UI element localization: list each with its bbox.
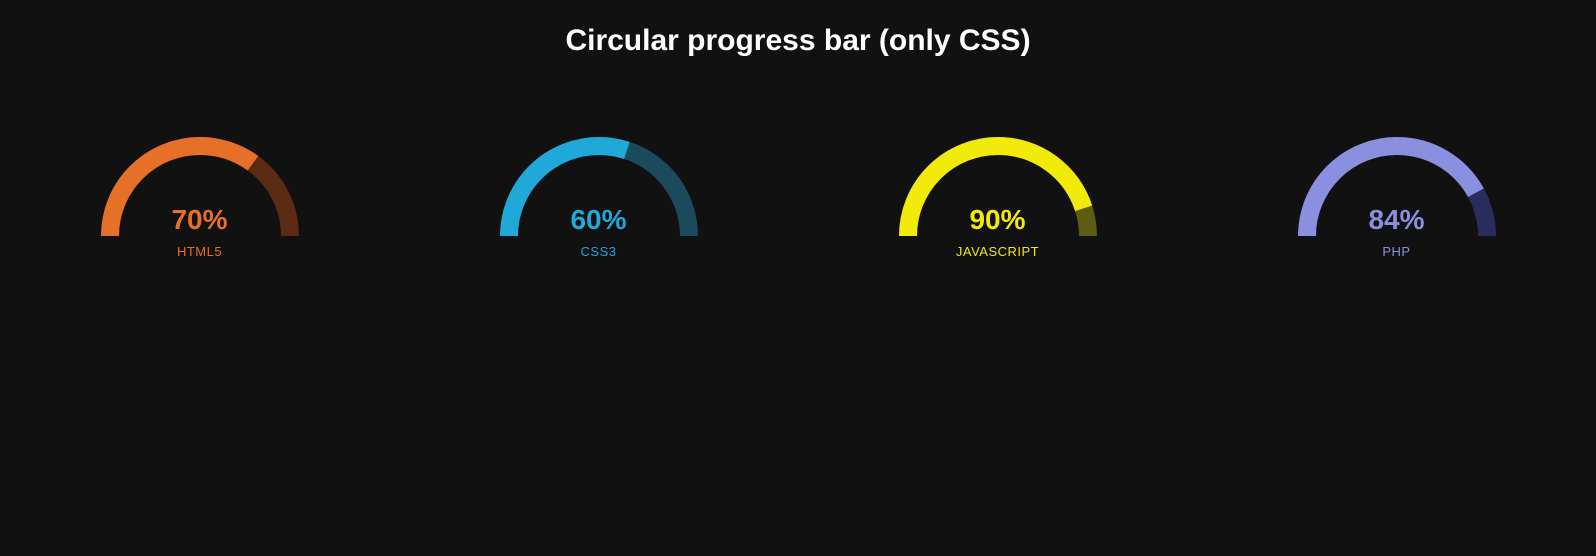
gauge-label: CSS3 (581, 244, 617, 259)
gauge-arc: 84% (1297, 136, 1497, 236)
gauge-javascript: 90% JAVASCRIPT (898, 136, 1098, 259)
gauge-html5: 70% HTML5 (100, 136, 300, 259)
gauge-label: PHP (1382, 244, 1410, 259)
gauge-label: HTML5 (177, 244, 222, 259)
gauge-value: 70% (100, 204, 300, 236)
gauge-value: 84% (1297, 204, 1497, 236)
gauge-css3: 60% CSS3 (499, 136, 699, 259)
gauge-value: 60% (499, 204, 699, 236)
gauge-arc: 60% (499, 136, 699, 236)
gauge-arc: 90% (898, 136, 1098, 236)
gauge-value: 90% (898, 204, 1098, 236)
gauge-label: JAVASCRIPT (956, 244, 1039, 259)
page-title: Circular progress bar (only CSS) (0, 0, 1596, 58)
gauge-php: 84% PHP (1297, 136, 1497, 259)
gauge-row: 70% HTML5 60% CSS3 90% JAVASCRIPT (0, 136, 1596, 259)
gauge-arc: 70% (100, 136, 300, 236)
